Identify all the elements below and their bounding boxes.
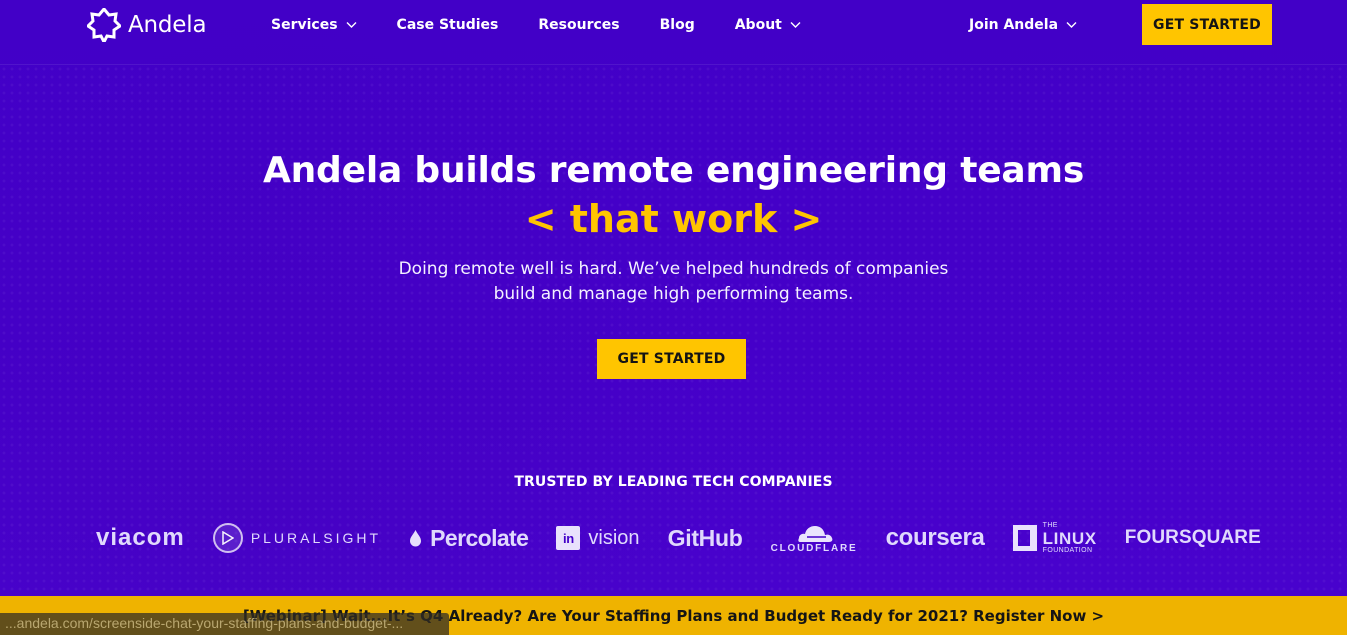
invision-logo-text: vision (588, 526, 640, 549)
hero-subtitle: Doing remote well is hard. We’ve helped … (394, 257, 954, 307)
percolate-drop-icon (410, 530, 422, 547)
linux-foundation-logo: THE LINUX FOUNDATION (1012, 522, 1097, 554)
nav-services[interactable]: Services (271, 17, 357, 33)
hero-title: Andela builds remote engineering teams (262, 150, 1085, 191)
join-andela-label: Join Andela (969, 17, 1059, 33)
percolate-logo: Percolate (409, 524, 529, 552)
percolate-logo-text: Percolate (430, 524, 529, 551)
hero-subtitle-line-2: build and manage high performing teams. (493, 284, 854, 304)
chevron-down-icon (790, 22, 801, 28)
viacom-logo: viacom (96, 524, 185, 552)
header-get-started-button[interactable]: GET STARTED (1142, 4, 1272, 45)
invision-logo: in vision (556, 526, 640, 550)
cloudflare-cloud-icon (798, 525, 833, 542)
andela-logo-icon (87, 8, 121, 42)
andela-homepage: Andela Services Case Studies Resources B… (0, 0, 1347, 635)
nav-blog[interactable]: Blog (660, 17, 695, 33)
hero-section: Andela builds remote engineering teams <… (0, 147, 1347, 307)
nav-case-studies[interactable]: Case Studies (397, 17, 499, 33)
nav-about[interactable]: About (735, 17, 801, 33)
main-menu: Services Case Studies Resources Blog Abo… (271, 13, 801, 37)
hero-get-started-button[interactable]: GET STARTED (597, 339, 746, 379)
linux-foundation-bottom-text: FOUNDATION (1042, 547, 1093, 554)
pluralsight-logo: PLURALSIGHT (212, 523, 382, 553)
foursquare-logo-text: FOURSQUARE (1124, 527, 1261, 548)
pluralsight-play-icon (212, 523, 243, 553)
nav-resources-label: Resources (538, 17, 620, 33)
join-andela-dropdown[interactable]: Join Andela (969, 13, 1077, 37)
cloudflare-logo: CLOUDFLARE (771, 523, 858, 554)
coursera-logo: coursera (886, 524, 985, 552)
foursquare-logo: FOURSQUARE (1125, 527, 1261, 549)
linux-foundation-top-text: THE (1042, 522, 1058, 529)
browser-status-url: ...andela.com/screenside-chat-your-staff… (0, 613, 449, 635)
world-map-dot-background (0, 65, 1347, 595)
brand-name: Andela (128, 11, 207, 38)
cloudflare-logo-text: CLOUDFLARE (770, 542, 858, 554)
nav-resources[interactable]: Resources (538, 17, 619, 33)
github-logo-text: GitHub (667, 524, 743, 551)
coursera-logo-text: coursera (885, 524, 985, 551)
chevron-down-icon (1066, 22, 1077, 28)
nav-blog-label: Blog (659, 17, 695, 33)
chevron-down-icon (346, 22, 357, 28)
hero-subtitle-line-1: Doing remote well is hard. We’ve helped … (398, 259, 949, 279)
andela-logo-link[interactable]: Andela (87, 8, 207, 42)
trusted-heading: TRUSTED BY LEADING TECH COMPANIES (514, 474, 833, 490)
viacom-logo-text: viacom (96, 524, 185, 551)
linux-foundation-text: THE LINUX FOUNDATION (1043, 522, 1097, 554)
partner-logo-strip: viacom PLURALSIGHT Percolate in vision G… (96, 517, 1261, 559)
linux-foundation-main-text: LINUX (1042, 529, 1097, 548)
github-logo: GitHub (668, 525, 743, 552)
header-divider (0, 64, 1347, 65)
invision-mark: in (556, 526, 581, 550)
nav-services-label: Services (271, 17, 338, 33)
nav-case-studies-label: Case Studies (396, 17, 499, 33)
top-navigation: Andela Services Case Studies Resources B… (0, 0, 1347, 50)
hero-accent: < that work > (524, 197, 823, 241)
nav-about-label: About (734, 17, 782, 33)
linux-foundation-mark (1012, 525, 1037, 551)
pluralsight-logo-text: PLURALSIGHT (250, 530, 382, 546)
